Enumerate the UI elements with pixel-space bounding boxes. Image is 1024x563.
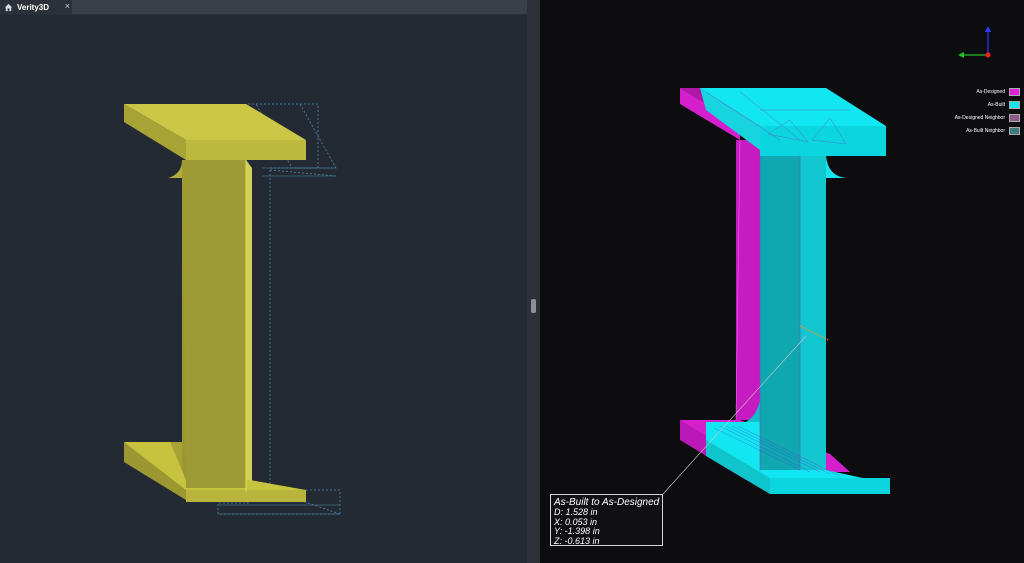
- as-built-beam: [700, 88, 890, 494]
- legend-swatch: [1009, 101, 1020, 109]
- viewport-splitter[interactable]: [527, 0, 540, 563]
- splitter-grip[interactable]: [531, 299, 536, 313]
- beam-model-view: [124, 103, 341, 515]
- legend-label: As-Built: [987, 102, 1005, 108]
- readout-z: Z: -0.613 in: [554, 535, 600, 546]
- comparison-view: [662, 26, 991, 495]
- color-legend: As-Designed As-Built As-Designed Neighbo…: [920, 86, 1020, 138]
- legend-swatch: [1009, 88, 1020, 96]
- legend-label: As-Designed Neighbor: [954, 115, 1005, 121]
- left-3d-viewport[interactable]: [0, 15, 527, 563]
- axis-gizmo-icon: [958, 26, 991, 58]
- yellow-i-beam: [124, 104, 306, 502]
- right-3d-viewport[interactable]: [540, 0, 1024, 563]
- legend-item-as-built: As-Built: [920, 99, 1020, 111]
- legend-label: As-Designed: [976, 89, 1005, 95]
- deviation-readout: As-Built to As-Designed D: 1.528 in X: 0…: [550, 494, 663, 546]
- legend-swatch: [1009, 114, 1020, 122]
- tab-label: Verity3D: [17, 2, 50, 12]
- legend-label: As-Built Neighbor: [966, 128, 1005, 134]
- legend-swatch: [1009, 127, 1020, 135]
- document-tab-bar: Verity3D ×: [0, 0, 540, 15]
- legend-item-as-designed: As-Designed: [920, 86, 1020, 98]
- home-icon: [4, 3, 13, 11]
- legend-item-as-built-neighbor: As-Built Neighbor: [920, 125, 1020, 137]
- close-icon[interactable]: ×: [65, 1, 70, 11]
- legend-item-as-designed-neighbor: As-Designed Neighbor: [920, 112, 1020, 124]
- tab-verity3d[interactable]: Verity3D ×: [0, 0, 72, 14]
